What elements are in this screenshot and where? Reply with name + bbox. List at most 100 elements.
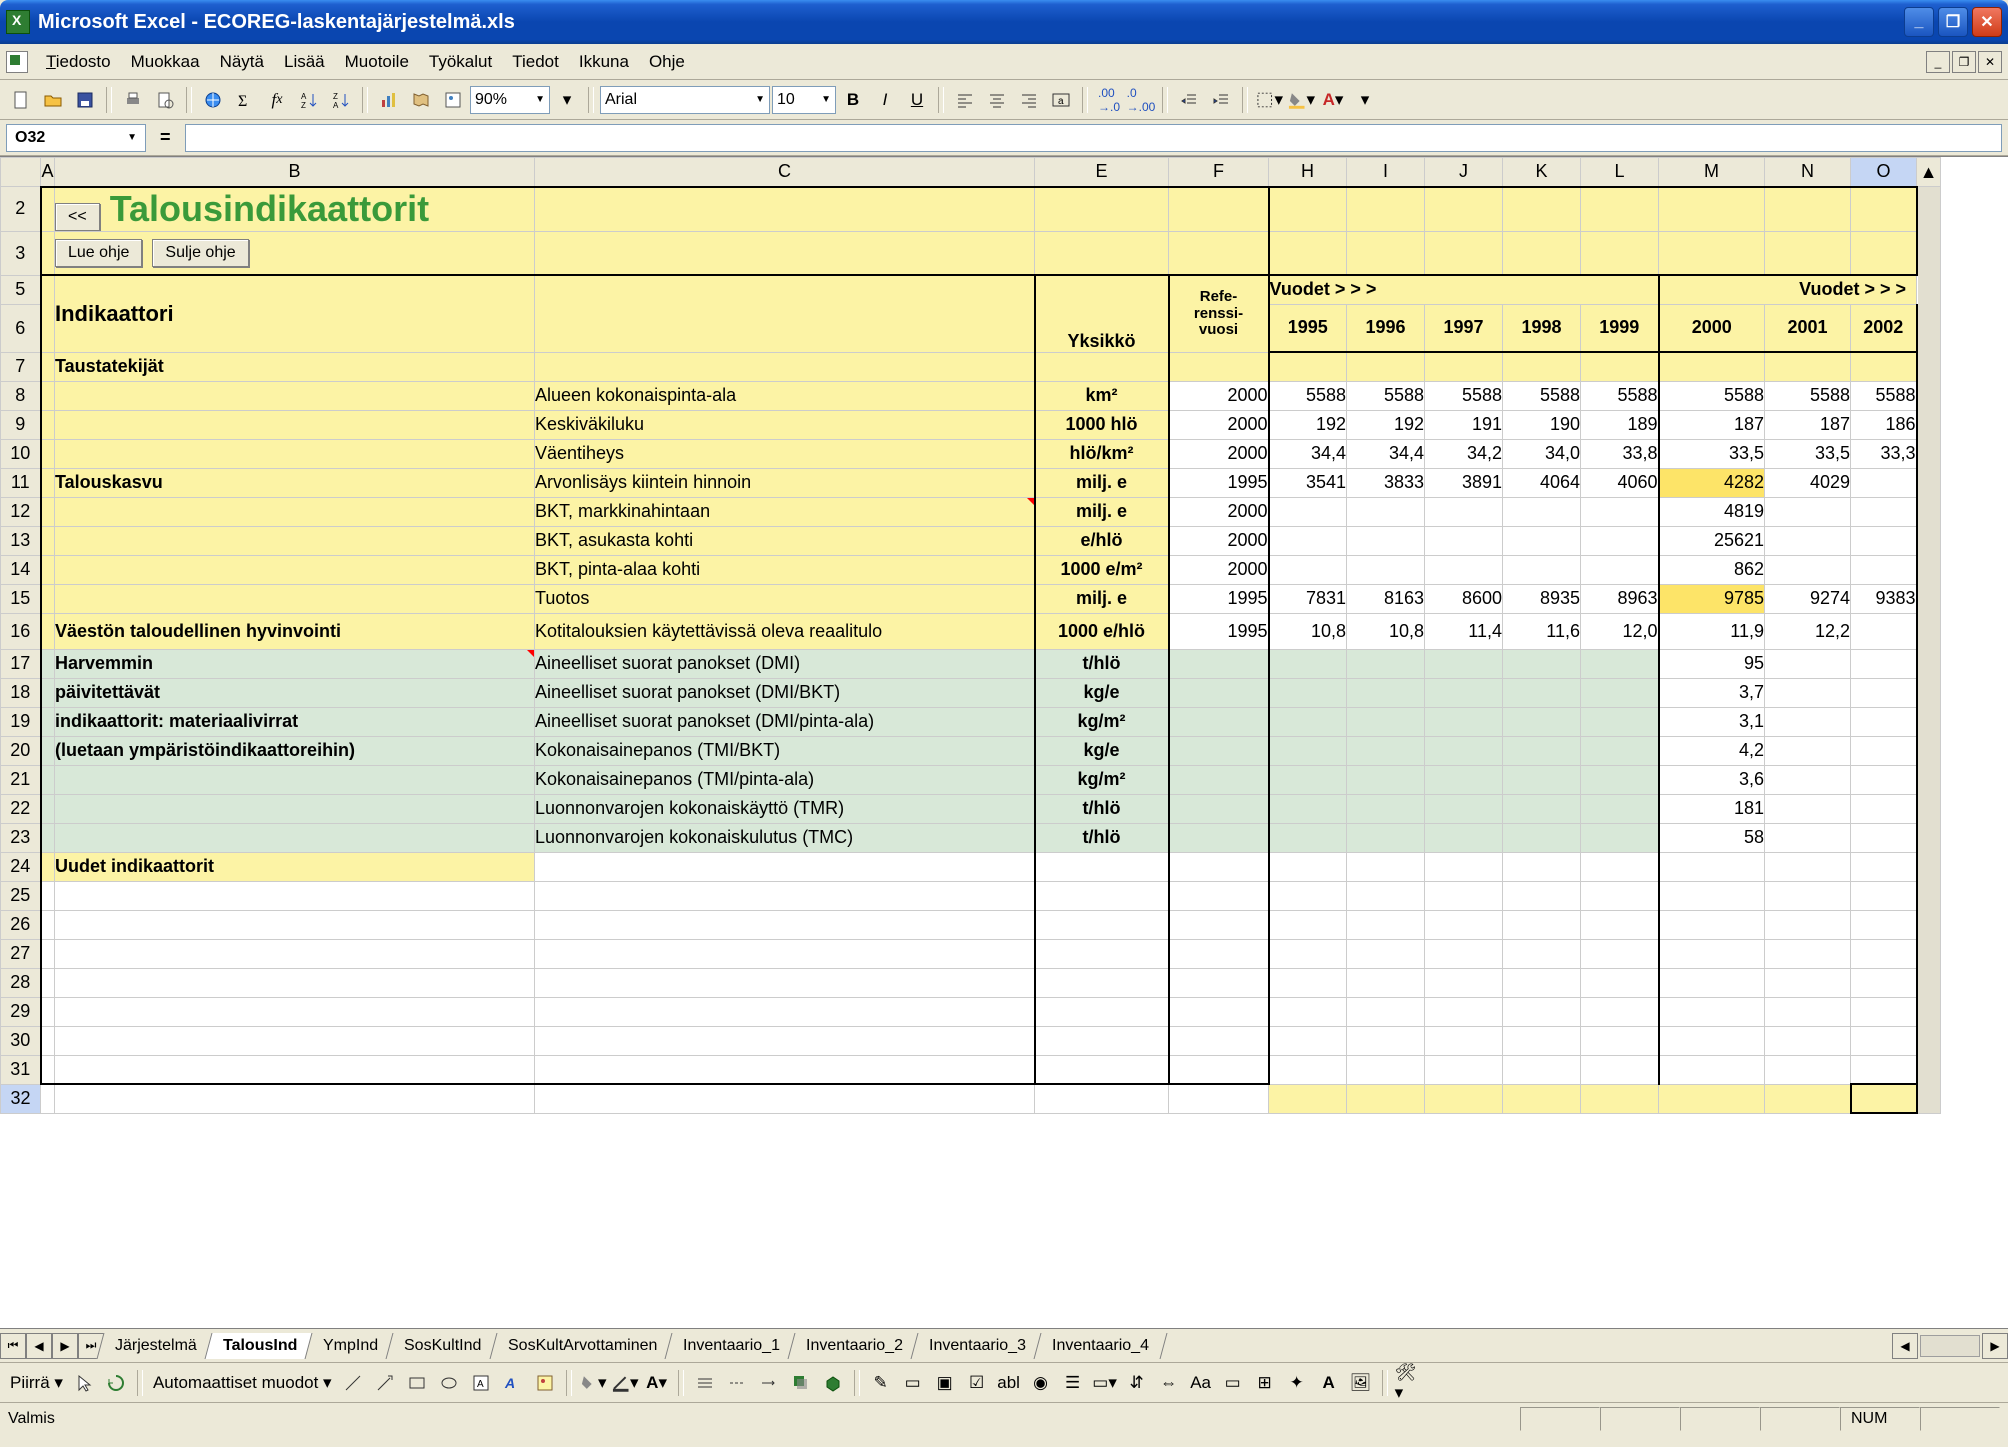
tools-icon[interactable]: 🛠▾: [1394, 1368, 1424, 1398]
hscroll-right[interactable]: ▶: [1982, 1333, 2008, 1359]
tab-ympind[interactable]: YmpInd: [305, 1333, 397, 1359]
italic-icon[interactable]: I: [870, 85, 900, 115]
mdi-minimize-button[interactable]: _: [1926, 51, 1950, 73]
col-B[interactable]: B: [55, 158, 535, 187]
font-combo[interactable]: Arial▼: [600, 86, 770, 114]
borders-icon[interactable]: ▾: [1254, 85, 1284, 115]
globe-icon[interactable]: [198, 85, 228, 115]
col-F[interactable]: F: [1169, 158, 1269, 187]
form-button-icon[interactable]: ▭: [1218, 1368, 1248, 1398]
increase-decimal-icon[interactable]: .00→.0: [1094, 85, 1124, 115]
fill-color-icon[interactable]: ▾: [1286, 85, 1316, 115]
sort-asc-icon[interactable]: AZ: [294, 85, 324, 115]
form-scroll-icon[interactable]: ⇔: [1154, 1368, 1184, 1398]
tab-jarjestelma[interactable]: Järjestelmä: [97, 1333, 216, 1359]
oval-icon[interactable]: [434, 1368, 464, 1398]
tab-nav-next[interactable]: ▶: [52, 1333, 78, 1359]
col-E[interactable]: E: [1035, 158, 1169, 187]
save-file-icon[interactable]: [70, 85, 100, 115]
autosum-icon[interactable]: Σ: [230, 85, 260, 115]
menu-help[interactable]: Ohje: [639, 48, 695, 76]
tab-inventaario4[interactable]: Inventaario_4: [1034, 1333, 1168, 1359]
menu-data[interactable]: Tiedot: [502, 48, 569, 76]
menu-window[interactable]: Ikkuna: [569, 48, 639, 76]
decrease-decimal-icon[interactable]: .0→.00: [1126, 85, 1156, 115]
scroll-area-head[interactable]: ▲: [1917, 158, 1941, 187]
align-left-icon[interactable]: [950, 85, 980, 115]
hscroll-thumb[interactable]: [1920, 1335, 1980, 1357]
tab-soskultarvottaminen[interactable]: SosKultArvottaminen: [489, 1333, 675, 1359]
minimize-button[interactable]: _: [1904, 7, 1934, 37]
tab-nav-prev[interactable]: ◀: [26, 1333, 52, 1359]
back-button[interactable]: <<: [55, 203, 100, 231]
form-text-icon[interactable]: abl: [994, 1368, 1024, 1398]
col-K[interactable]: K: [1503, 158, 1581, 187]
font-color2-icon[interactable]: A▾: [642, 1368, 672, 1398]
function-icon[interactable]: fx: [262, 85, 292, 115]
formula-input[interactable]: [185, 124, 2002, 152]
form-option-icon[interactable]: ◉: [1026, 1368, 1056, 1398]
lue-ohje-button[interactable]: Lue ohje: [55, 239, 142, 267]
line-style-icon[interactable]: [690, 1368, 720, 1398]
tab-talousind[interactable]: TalousInd: [204, 1333, 315, 1359]
mdi-close-button[interactable]: ✕: [1978, 51, 2002, 73]
menu-edit[interactable]: Muokkaa: [121, 48, 210, 76]
more-buttons-icon[interactable]: ▾: [552, 85, 582, 115]
new-file-icon[interactable]: [6, 85, 36, 115]
col-L[interactable]: L: [1581, 158, 1659, 187]
maximize-button[interactable]: ❐: [1938, 7, 1968, 37]
piirra-label[interactable]: Piirrä ▾: [6, 1373, 67, 1393]
col-J[interactable]: J: [1425, 158, 1503, 187]
merge-center-icon[interactable]: a: [1046, 85, 1076, 115]
align-center-icon[interactable]: [982, 85, 1012, 115]
mdi-restore-button[interactable]: ❐: [1952, 51, 1976, 73]
close-button[interactable]: ✕: [1972, 7, 2002, 37]
form-check-icon[interactable]: ☑: [962, 1368, 992, 1398]
rectangle-icon[interactable]: [402, 1368, 432, 1398]
select-all-corner[interactable]: [1, 158, 41, 187]
shadow-icon[interactable]: [786, 1368, 816, 1398]
form-spin-icon[interactable]: ⇵: [1122, 1368, 1152, 1398]
increase-indent-icon[interactable]: [1206, 85, 1236, 115]
form-toggle-grid-icon[interactable]: ⊞: [1250, 1368, 1280, 1398]
font-size-combo[interactable]: 10▼: [772, 86, 836, 114]
vertical-scrollbar[interactable]: [1917, 187, 1941, 1114]
3d-icon[interactable]: [818, 1368, 848, 1398]
font-color-icon[interactable]: A▾: [1318, 85, 1348, 115]
tab-nav-first[interactable]: ⏮: [0, 1333, 26, 1359]
form-code-icon[interactable]: A: [1314, 1368, 1344, 1398]
tab-inventaario1[interactable]: Inventaario_1: [665, 1333, 799, 1359]
form-properties-icon[interactable]: ✦: [1282, 1368, 1312, 1398]
fill-color2-icon[interactable]: ▾: [578, 1368, 608, 1398]
form-combo-icon[interactable]: ▭: [898, 1368, 928, 1398]
more-format-icon[interactable]: ▾: [1350, 85, 1380, 115]
col-N[interactable]: N: [1765, 158, 1851, 187]
col-A[interactable]: A: [41, 158, 55, 187]
drawing-toolbar-icon[interactable]: [438, 85, 468, 115]
underline-icon[interactable]: U: [902, 85, 932, 115]
spreadsheet-grid[interactable]: A B C E F H I J K L M N O ▲ 2 << Talousi…: [0, 156, 2008, 1328]
open-file-icon[interactable]: [38, 85, 68, 115]
form-combobox-icon[interactable]: ▭▾: [1090, 1368, 1120, 1398]
sort-desc-icon[interactable]: ZA: [326, 85, 356, 115]
clipart-icon[interactable]: [530, 1368, 560, 1398]
print-preview-icon[interactable]: [150, 85, 180, 115]
textbox-icon[interactable]: A: [466, 1368, 496, 1398]
menu-format[interactable]: Muotoile: [335, 48, 419, 76]
tab-inventaario2[interactable]: Inventaario_2: [788, 1333, 922, 1359]
chart-wizard-icon[interactable]: [374, 85, 404, 115]
form-label-icon[interactable]: Aa: [1186, 1368, 1216, 1398]
line-color-icon[interactable]: ▾: [610, 1368, 640, 1398]
form-group-icon[interactable]: ▣: [930, 1368, 960, 1398]
col-O[interactable]: O: [1851, 158, 1917, 187]
form-new-icon[interactable]: ✎: [866, 1368, 896, 1398]
menu-tools[interactable]: Työkalut: [419, 48, 502, 76]
map-icon[interactable]: [406, 85, 436, 115]
autoshapes-menu[interactable]: Automaattiset muodot ▾: [149, 1373, 336, 1393]
align-right-icon[interactable]: [1014, 85, 1044, 115]
sulje-ohje-button[interactable]: Sulje ohje: [152, 239, 248, 267]
col-M[interactable]: M: [1659, 158, 1765, 187]
col-I[interactable]: I: [1347, 158, 1425, 187]
form-image-icon[interactable]: 🖼: [1346, 1368, 1376, 1398]
line-icon[interactable]: [338, 1368, 368, 1398]
